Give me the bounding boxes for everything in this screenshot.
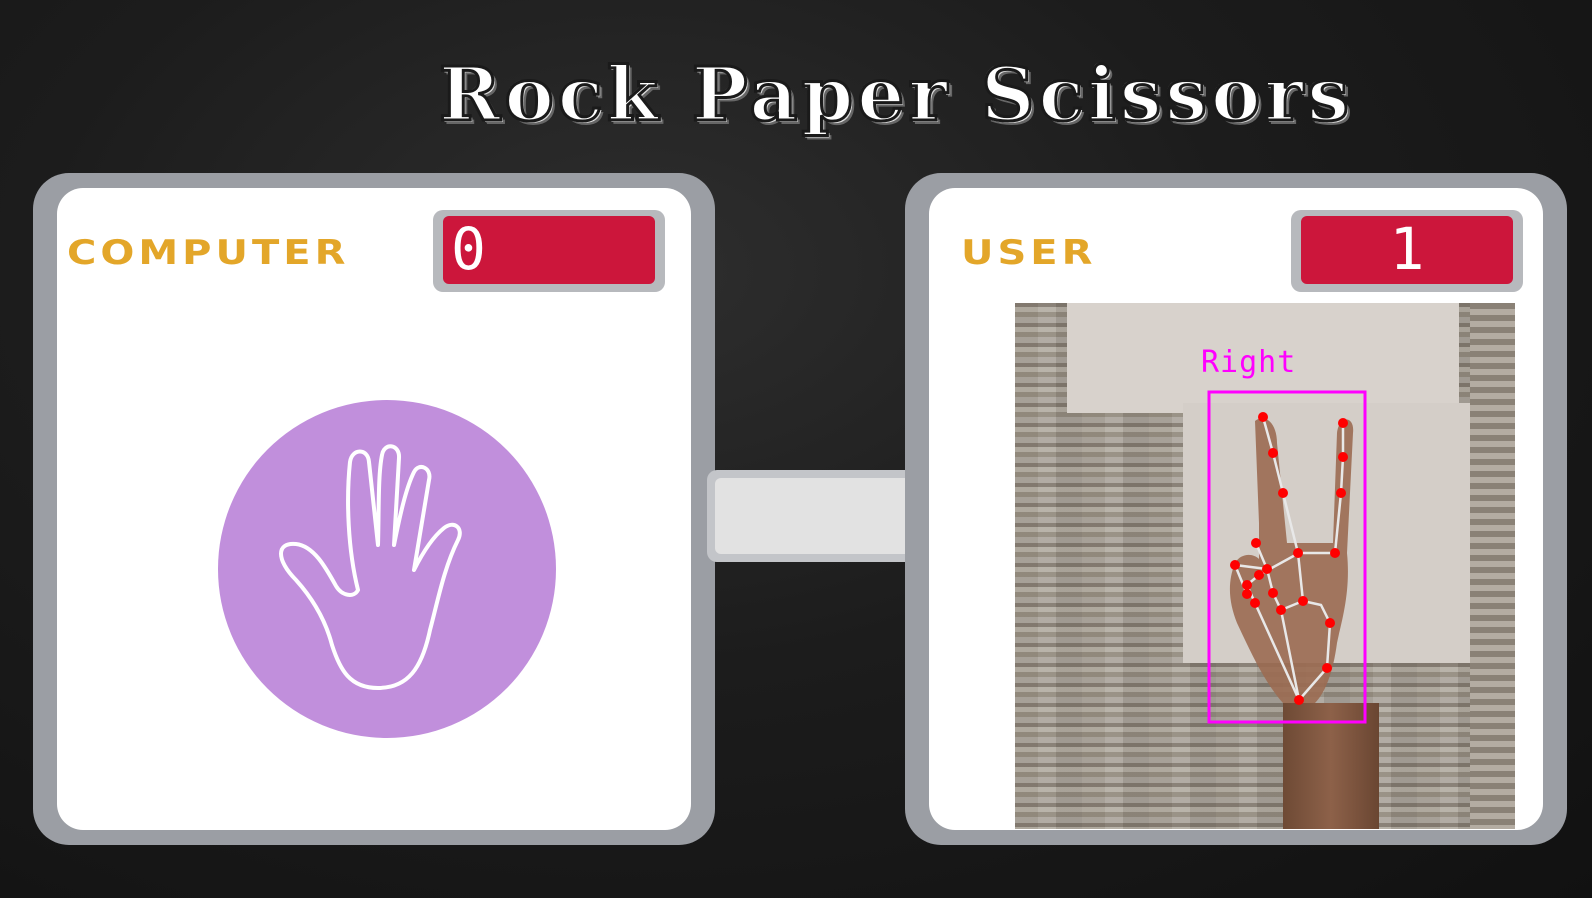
user-panel: USER 1 Right [905,173,1567,845]
paper-hand-icon [279,444,462,690]
user-label: USER [961,233,1097,273]
computer-score-box: 0 [433,210,665,292]
hand-landmarks-overlay [1207,390,1367,724]
computer-panel: COMPUTER 0 [33,173,715,845]
computer-panel-inner: COMPUTER 0 [57,188,691,830]
round-result-inner [715,478,913,554]
round-result-box [707,470,921,562]
webcam-feed: Right [1015,303,1515,829]
user-score-box: 1 [1291,210,1523,292]
computer-label: COMPUTER [67,233,350,273]
game-title: Rock Paper Scissors [437,51,1354,140]
computer-score: 0 [443,216,655,284]
user-score: 1 [1301,216,1513,284]
computer-move-circle [218,400,556,738]
user-panel-inner: USER 1 Right [929,188,1543,830]
